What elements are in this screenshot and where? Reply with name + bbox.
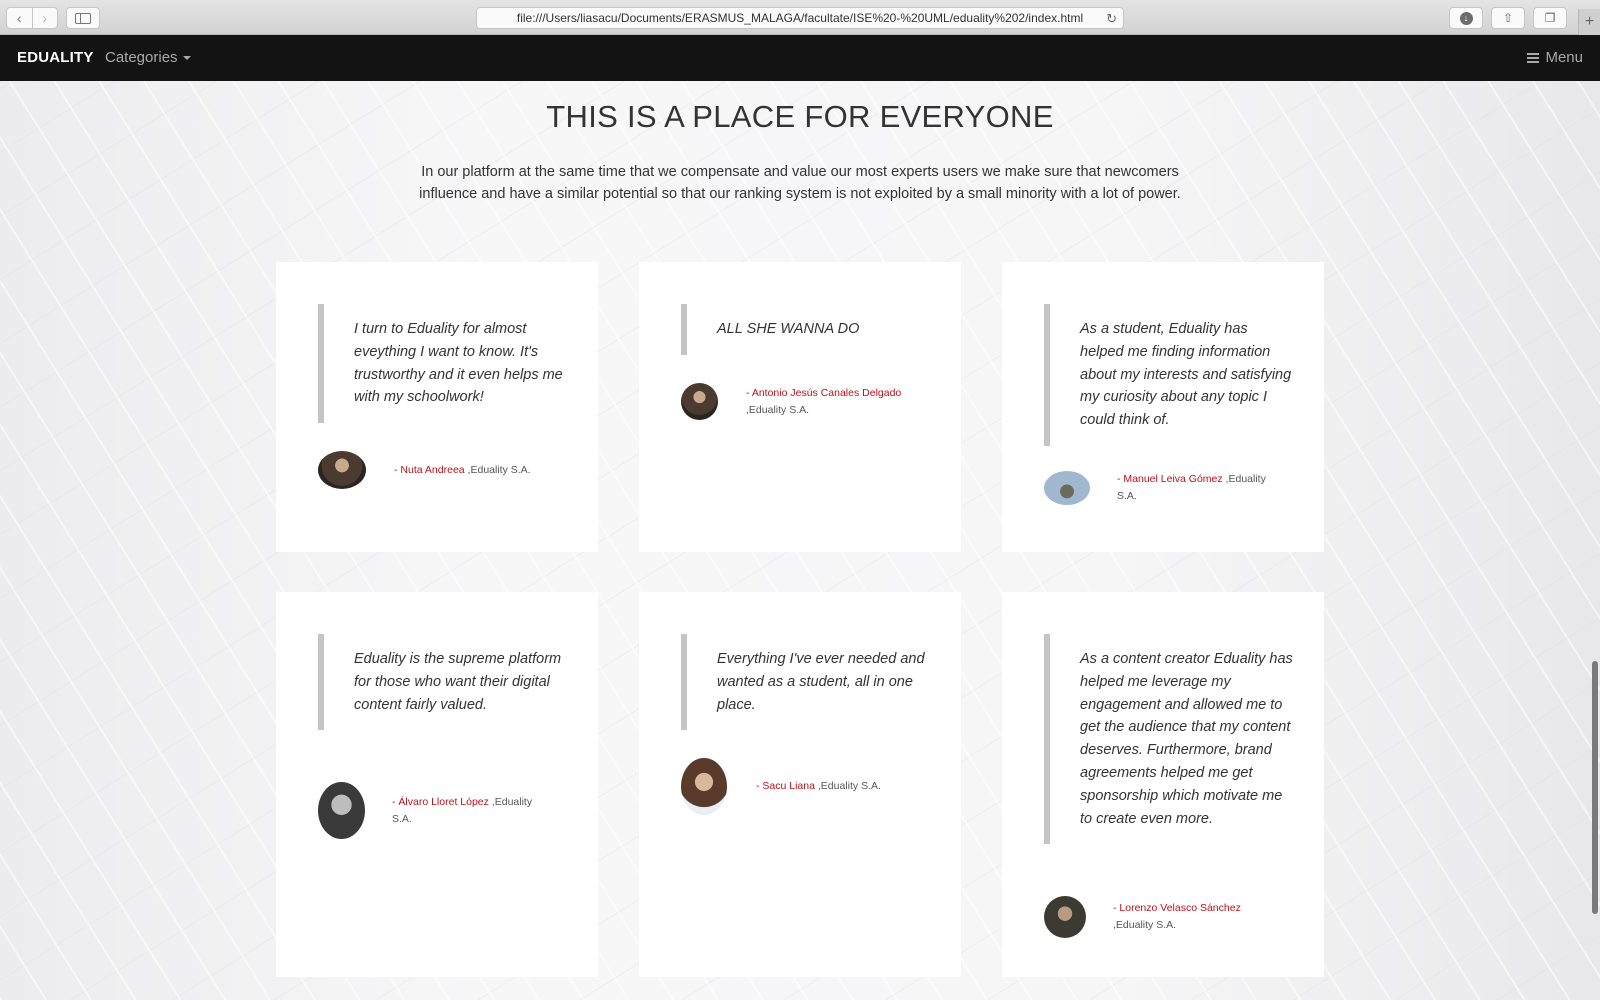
share-icon: ⇧ bbox=[1502, 11, 1514, 25]
chevron-left-icon: ‹ bbox=[16, 10, 22, 26]
categories-label: Categories bbox=[105, 49, 178, 66]
author-name[interactable]: - Lorenzo Velasco Sánchez bbox=[1113, 902, 1241, 914]
browser-toolbar: ‹ › file:///Users/liasacu/Documents/ERAS… bbox=[0, 0, 1600, 35]
testimonial-card: Everything I've ever needed and wanted a… bbox=[639, 592, 961, 977]
tabs-icon: ❐ bbox=[1544, 11, 1556, 25]
author-name[interactable]: - Antonio Jesús Canales Delgado bbox=[746, 387, 901, 399]
sidebar-icon bbox=[75, 12, 91, 24]
menu-label: Menu bbox=[1545, 49, 1583, 66]
testimonial-card: ALL SHE WANNA DO - Antonio Jesús Canales… bbox=[639, 262, 961, 552]
reload-icon[interactable]: ↻ bbox=[1106, 11, 1117, 27]
testimonial-quote: As a content creator Eduality has helped… bbox=[1044, 634, 1294, 845]
scrollbar-thumb[interactable] bbox=[1592, 661, 1598, 914]
testimonial-card: Eduality is the supreme platform for tho… bbox=[276, 592, 598, 977]
page-scrollbar[interactable] bbox=[1591, 81, 1600, 1000]
author-name[interactable]: - Sacu Liana bbox=[756, 780, 815, 792]
sidebar-toggle-button[interactable] bbox=[66, 7, 100, 29]
testimonial-author: - Sacu Liana ,Eduality S.A. bbox=[681, 758, 881, 815]
testimonial-quote: Eduality is the supreme platform for tho… bbox=[318, 634, 568, 731]
author-name[interactable]: - Nuta Andreea bbox=[394, 464, 465, 476]
testimonial-quote: ALL SHE WANNA DO bbox=[681, 304, 931, 355]
author-company: ,Eduality S.A. bbox=[814, 780, 881, 792]
section-intro: In our platform at the same time that we… bbox=[419, 164, 1181, 202]
categories-dropdown[interactable]: Categories bbox=[105, 49, 191, 66]
author-name[interactable]: - Álvaro Lloret López bbox=[392, 796, 489, 808]
caret-down-icon bbox=[182, 56, 191, 61]
testimonial-author: - Antonio Jesús Canales Delgado ,Edualit… bbox=[681, 383, 916, 420]
testimonial-card: I turn to Eduality for almost eveything … bbox=[276, 262, 598, 552]
share-button[interactable]: ⇧ bbox=[1491, 7, 1525, 29]
avatar bbox=[1044, 896, 1086, 938]
new-tab-button[interactable]: + bbox=[1578, 9, 1600, 35]
author-company: ,Eduality S.A. bbox=[746, 403, 810, 416]
author-company: ,Eduality S.A. bbox=[1113, 919, 1177, 931]
author-name[interactable]: - Manuel Leiva Gómez bbox=[1117, 473, 1223, 485]
history-navigation: ‹ › bbox=[6, 7, 58, 29]
author-company: ,Eduality S.A. bbox=[464, 463, 531, 476]
avatar bbox=[681, 758, 727, 815]
back-button[interactable]: ‹ bbox=[7, 8, 32, 28]
brand-logo[interactable]: EDUALITY bbox=[17, 49, 94, 66]
tab-overview-button[interactable]: ❐ bbox=[1533, 7, 1567, 29]
testimonial-card: As a student, Eduality has helped me fin… bbox=[1002, 262, 1324, 552]
testimonial-card: As a content creator Eduality has helped… bbox=[1002, 592, 1324, 977]
hamburger-icon bbox=[1527, 52, 1540, 63]
testimonial-author: - Lorenzo Velasco Sánchez ,Eduality S.A. bbox=[1044, 896, 1283, 938]
plus-icon: + bbox=[1584, 13, 1595, 30]
download-icon: ↓ bbox=[1459, 11, 1473, 25]
chevron-right-icon: › bbox=[42, 10, 48, 26]
forward-button[interactable]: › bbox=[31, 8, 58, 28]
site-navbar: EDUALITY Categories Menu bbox=[0, 35, 1600, 81]
avatar bbox=[318, 451, 366, 489]
testimonial-author: - Nuta Andreea ,Eduality S.A. bbox=[318, 451, 531, 489]
section-title: THIS IS A PLACE FOR EVERYONE bbox=[546, 99, 1054, 134]
testimonial-quote: Everything I've ever needed and wanted a… bbox=[681, 634, 931, 731]
avatar bbox=[681, 383, 718, 420]
url-text: file:///Users/liasacu/Documents/ERASMUS_… bbox=[516, 11, 1084, 25]
downloads-button[interactable]: ↓ bbox=[1449, 7, 1483, 29]
testimonial-quote: As a student, Eduality has helped me fin… bbox=[1044, 304, 1294, 446]
testimonial-author: - Álvaro Lloret López ,Eduality S.A. bbox=[318, 782, 552, 839]
menu-button[interactable]: Menu bbox=[1527, 49, 1583, 66]
avatar bbox=[318, 782, 365, 839]
address-bar[interactable]: file:///Users/liasacu/Documents/ERASMUS_… bbox=[476, 7, 1124, 29]
testimonial-author: - Manuel Leiva Gómez ,Eduality S.A. bbox=[1044, 471, 1282, 505]
testimonials-section: THIS IS A PLACE FOR EVERYONE In our plat… bbox=[0, 81, 1600, 1000]
testimonial-quote: I turn to Eduality for almost eveything … bbox=[318, 304, 568, 424]
avatar bbox=[1044, 471, 1090, 505]
